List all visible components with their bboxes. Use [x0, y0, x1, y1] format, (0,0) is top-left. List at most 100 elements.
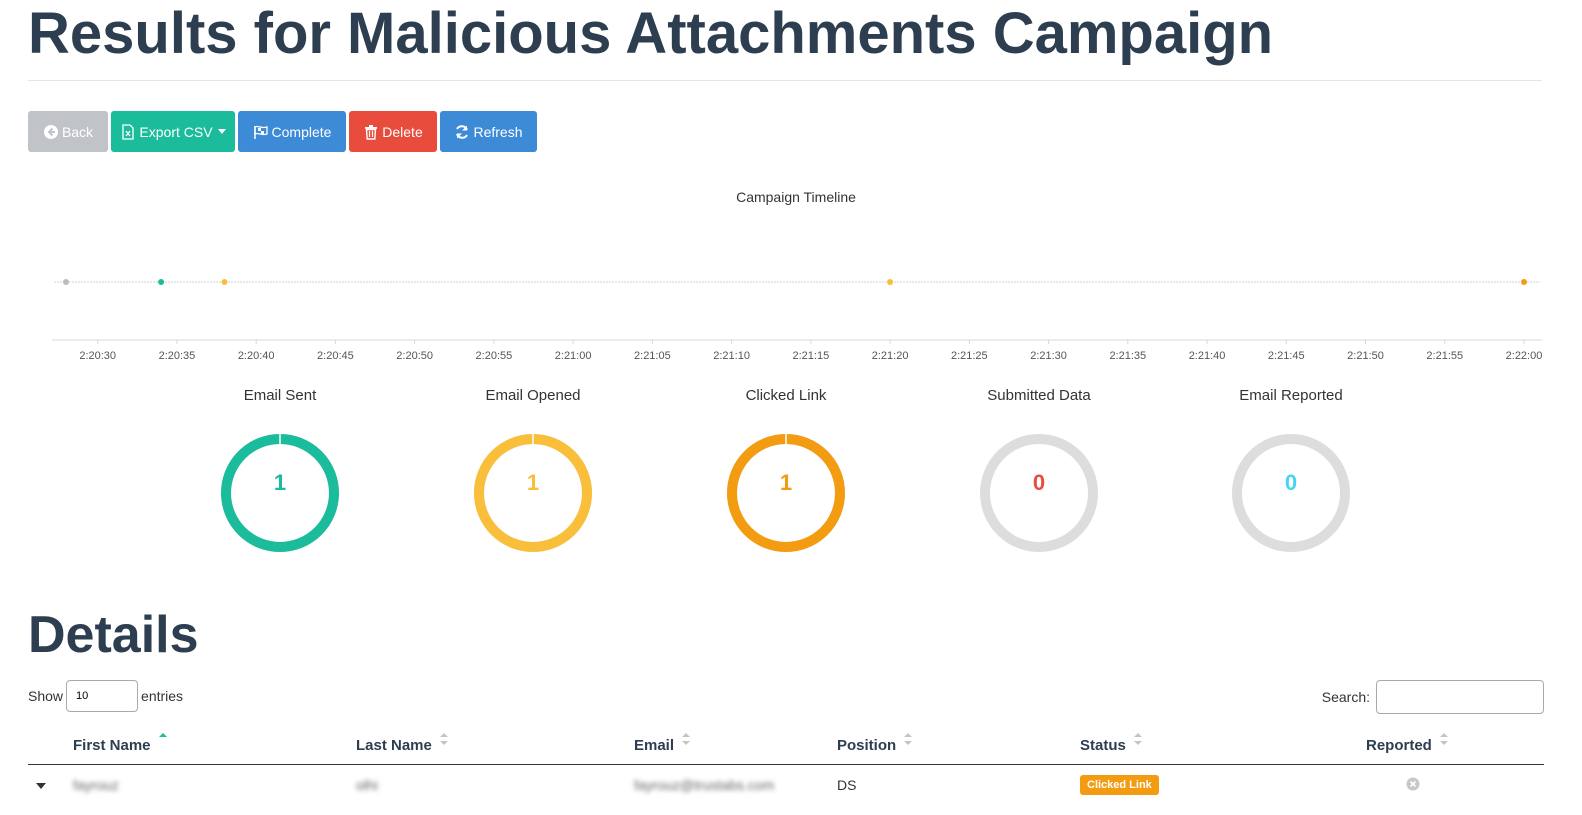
stat-donut: 1	[724, 431, 848, 555]
column-status[interactable]: Status	[1080, 726, 1366, 765]
sort-asc-icon	[158, 732, 167, 737]
refresh-icon	[456, 124, 469, 139]
x-tick-label: 2:21:00	[555, 350, 592, 362]
column-last-name-label: Last Name	[356, 736, 432, 754]
position-cell: DS	[837, 777, 857, 793]
timeline-event-point	[158, 279, 165, 285]
last-name-cell: olhi	[356, 765, 634, 806]
column-reported-label: Reported	[1366, 736, 1432, 754]
x-tick-label: 2:21:15	[792, 350, 829, 362]
stat-donut: 0	[977, 431, 1101, 555]
caret-down-icon	[217, 129, 226, 134]
reported-cell	[1366, 765, 1544, 806]
stat-label: Submitted Data	[987, 387, 1091, 404]
x-tick-label: 2:21:50	[1347, 350, 1384, 362]
stat-submitted-data: Submitted Data 0	[939, 386, 1139, 555]
stat-donut: 0	[1229, 431, 1353, 555]
entries-length-input[interactable]	[66, 680, 139, 712]
stat-value: 1	[526, 470, 540, 495]
export-label: Export CSV	[139, 123, 213, 140]
stat-value: 1	[779, 470, 793, 495]
search-control: Search:	[1322, 680, 1544, 714]
timeline-event-point	[1521, 279, 1527, 285]
stat-email-opened: Email Opened 1	[433, 386, 633, 555]
stat-clicked-link: Clicked Link 1	[686, 386, 886, 555]
page-title: Results for Malicious Attachments Campai…	[28, 1, 1274, 66]
search-label: Search:	[1321, 689, 1370, 705]
refresh-label: Refresh	[473, 123, 523, 140]
timeline-event-point	[887, 279, 894, 285]
sort-both-icon	[1440, 732, 1449, 745]
sort-both-icon	[440, 732, 449, 745]
delete-label: Delete	[382, 123, 423, 140]
entries-label: entries	[141, 688, 184, 704]
results-table: First Name Last Name Email Position Stat…	[28, 726, 1544, 805]
stat-label: Clicked Link	[745, 387, 827, 404]
stat-value: 1	[273, 470, 287, 495]
timeline-title: Campaign Timeline	[736, 189, 856, 205]
x-tick-label: 2:21:30	[1030, 350, 1067, 362]
x-tick-label: 2:21:40	[1189, 350, 1226, 362]
campaign-timeline-chart: 2:20:30 2:20:35 2:20:40 2:20:45 2:20:50 2:20:…	[52, 270, 1542, 370]
last-name-value: olhi	[356, 777, 378, 793]
stat-label: Email Sent	[243, 387, 317, 404]
refresh-button[interactable]: Refresh	[440, 111, 537, 152]
stat-value: 0	[1284, 470, 1298, 495]
toolbar: Back Export CSV Complete Delete Refresh	[28, 111, 537, 152]
show-label: Show	[28, 688, 64, 704]
x-tick-label: 2:21:45	[1268, 350, 1305, 362]
stat-label: Email Opened	[485, 387, 581, 404]
expand-column-header	[28, 726, 73, 765]
column-first-name-label: First Name	[73, 736, 151, 754]
export-csv-button[interactable]: Export CSV	[111, 111, 235, 152]
x-tick-label: 2:20:40	[238, 350, 275, 362]
complete-button[interactable]: Complete	[238, 111, 346, 152]
back-label: Back	[61, 123, 94, 140]
x-tick-label: 2:21:10	[713, 350, 750, 362]
entries-length-control: Show entries	[28, 680, 183, 712]
table-row[interactable]: fayrouz olhi fayrouz@trustabs.com DS Cli…	[28, 765, 1544, 806]
status-badge: Clicked Link	[1080, 775, 1159, 795]
trash-icon	[365, 124, 378, 140]
email-cell: fayrouz@trustabs.com	[634, 765, 837, 806]
x-tick-label: 2:20:45	[317, 350, 354, 362]
file-excel-icon	[122, 123, 135, 140]
table-header-row: First Name Last Name Email Position Stat…	[28, 726, 1544, 765]
delete-button[interactable]: Delete	[349, 111, 437, 152]
column-reported[interactable]: Reported	[1366, 726, 1544, 765]
status-cell: Clicked Link	[1080, 765, 1366, 806]
expand-cell[interactable]	[28, 765, 73, 806]
x-tick-label: 2:20:35	[159, 350, 196, 362]
arrow-circle-left-icon	[43, 124, 58, 139]
stat-donut: 1	[218, 431, 342, 555]
times-circle-icon	[1406, 777, 1420, 790]
complete-label: Complete	[271, 123, 332, 140]
first-name-cell: fayrouz	[73, 765, 356, 806]
x-tick-label: 2:21:25	[951, 350, 988, 362]
flag-checkered-icon	[253, 125, 268, 139]
column-position[interactable]: Position	[837, 726, 1080, 765]
timeline-svg: 2:20:30 2:20:35 2:20:40 2:20:45 2:20:50 2:20:…	[52, 279, 1542, 362]
x-tick-label: 2:20:30	[79, 350, 116, 362]
column-email[interactable]: Email	[634, 726, 837, 765]
x-tick-label: 2:21:05	[634, 350, 671, 362]
stat-email-sent: Email Sent 1	[180, 386, 380, 555]
x-tick-label: 2:21:55	[1426, 350, 1463, 362]
stat-email-reported: Email Reported 0	[1191, 386, 1391, 555]
stat-label: Email Reported	[1239, 387, 1343, 404]
x-tick-label: 2:21:20	[872, 350, 909, 362]
caret-down-icon[interactable]	[36, 782, 46, 790]
column-last-name[interactable]: Last Name	[356, 726, 634, 765]
column-first-name[interactable]: First Name	[73, 726, 356, 765]
sort-both-icon	[682, 732, 691, 745]
stat-value: 0	[1032, 470, 1046, 495]
back-button[interactable]: Back	[28, 111, 108, 152]
search-input[interactable]	[1376, 680, 1544, 714]
sort-both-icon	[1134, 732, 1143, 745]
column-position-label: Position	[837, 736, 897, 754]
x-tick-label: 2:21:35	[1109, 350, 1146, 362]
x-tick-label: 2:22:00	[1506, 350, 1542, 362]
x-tick-label: 2:20:55	[476, 350, 513, 362]
x-tick-label: 2:20:50	[396, 350, 433, 362]
sort-both-icon	[904, 732, 913, 745]
